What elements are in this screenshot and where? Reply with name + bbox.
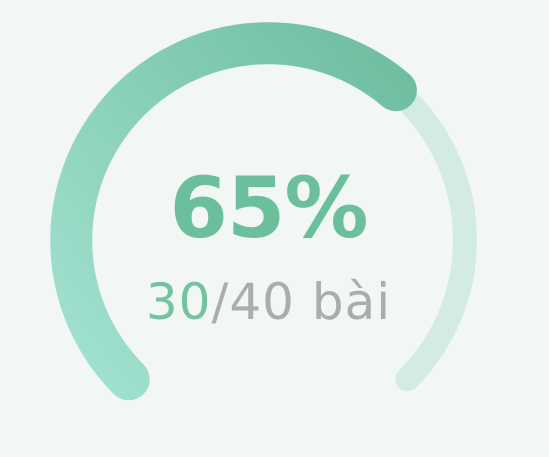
count-separator: /	[211, 273, 230, 331]
count-unit: bài	[294, 273, 392, 331]
total-count: 40	[229, 273, 295, 331]
completed-count: 30	[145, 273, 212, 331]
progress-count: 30/40 bài	[0, 272, 537, 332]
progress-percent: 65%	[169, 159, 368, 257]
progress-gauge-widget: 65% 30/40 bài	[0, 0, 549, 457]
